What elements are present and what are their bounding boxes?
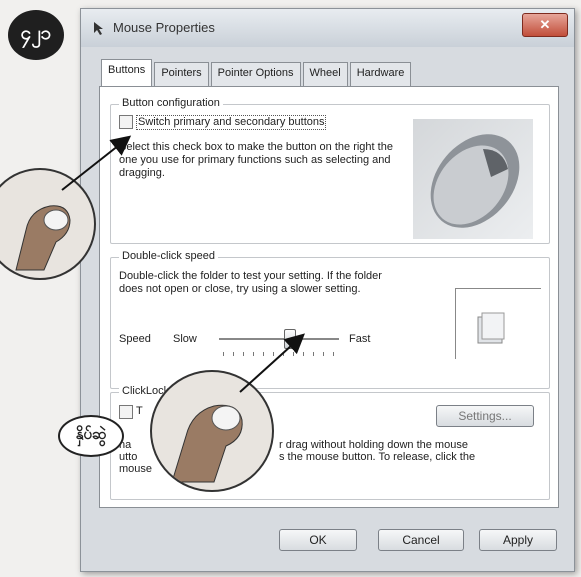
switch-buttons-label[interactable]: Switch primary and secondary buttons [136,115,327,130]
clicklock-checkbox[interactable] [119,405,133,419]
ok-button[interactable]: OK [279,529,357,551]
hand-drag-illustration [150,370,274,492]
tab-pointers[interactable]: Pointers [154,62,209,87]
mouse-icon [430,134,520,228]
slider-thumb[interactable] [283,329,296,349]
tab-pointer-options[interactable]: Pointer Options [210,62,301,87]
mouse-pointer-icon [94,22,103,35]
button-configuration-title: Button configuration [119,97,223,109]
double-click-speed-slider[interactable] [219,338,339,340]
hand-icon [15,205,71,271]
double-click-speed-group: Double-click speed Double-click the fold… [110,250,550,389]
mouse-properties-window: Mouse Properties ✕ Buttons Pointers Poin… [80,8,575,572]
test-folder-area[interactable] [455,288,541,359]
drag-label-badge: နှိပ်ဆွဲ [58,415,124,457]
close-button[interactable]: ✕ [522,13,568,37]
tab-buttons[interactable]: Buttons [101,59,153,88]
fast-label: Fast [349,333,371,345]
button-configuration-description: Select this check box to make the button… [119,141,393,179]
slider-ticks [223,352,335,356]
tab-strip: Buttons Pointers Pointer Options Wheel H… [101,59,413,88]
mouse-image [413,119,533,239]
cancel-button[interactable]: Cancel [378,529,464,551]
title-bar[interactable]: Mouse Properties ✕ [81,9,574,47]
clicklock-checkbox-label: T [136,405,143,417]
tab-hardware[interactable]: Hardware [349,62,412,87]
hand-icon-2 [171,404,243,483]
window-title: Mouse Properties [113,20,215,35]
clicklock-desc-2: s the mouse button. To release, click th… [279,451,476,463]
double-click-description: Double-click the folder to test your set… [119,270,382,295]
clicklock-desc-left-3: mouse [119,463,153,475]
tab-wheel[interactable]: Wheel [302,62,348,87]
speed-label: Speed [119,333,151,345]
slow-label: Slow [173,333,197,345]
switch-buttons-checkbox[interactable] [119,115,133,129]
folder-icon [477,312,505,344]
button-configuration-group: Button configuration Switch primary and … [110,97,550,244]
double-click-speed-title: Double-click speed [119,250,218,262]
page-number-badge: ၄၂၁ [8,10,64,60]
settings-button[interactable]: Settings... [436,405,534,427]
apply-button[interactable]: Apply [479,529,557,551]
